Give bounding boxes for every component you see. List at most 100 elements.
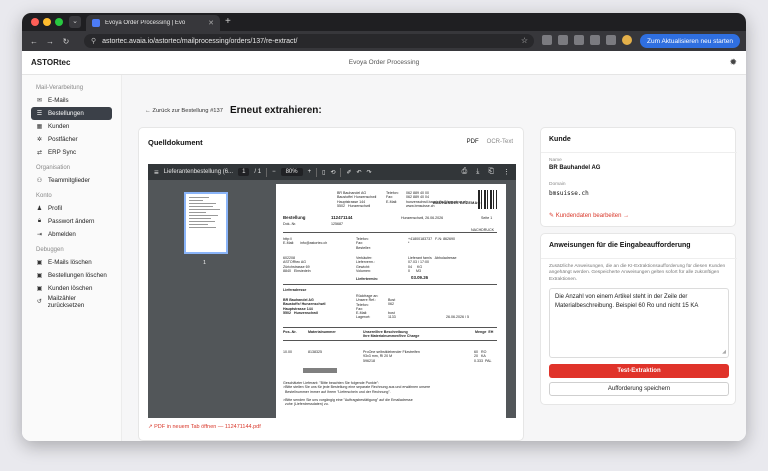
- maximize-window-button[interactable]: [55, 18, 63, 26]
- sidebar-item-erp-sync[interactable]: ⇄ ERP Sync: [31, 146, 112, 159]
- thumbnail-text-line: [189, 209, 220, 210]
- address-bar[interactable]: ⚲ astortec.avaia.io/astortec/mailprocess…: [84, 34, 534, 48]
- pdf-page-thumbnail[interactable]: [184, 192, 228, 254]
- sidebar-item-change-password[interactable]: 🔒︎ Passwort ändern: [31, 215, 112, 228]
- fit-page-icon[interactable]: ▯: [322, 169, 325, 176]
- sidebar-item-team[interactable]: ⚇ Teammitglieder: [31, 174, 112, 187]
- thumbnail-text-line: [189, 203, 217, 204]
- sidebar-item-customers[interactable]: ▦ Kunden: [31, 120, 112, 133]
- forward-arrow-icon[interactable]: →: [42, 37, 58, 46]
- app-title: Evoya Order Processing: [348, 59, 420, 66]
- reload-icon[interactable]: ↻: [58, 37, 74, 46]
- sidebar-item-orders[interactable]: ☰ Bestellungen: [31, 107, 112, 120]
- pdf-inquiry-date: 26.06.2026 / 5: [446, 315, 469, 319]
- back-arrow-icon[interactable]: ←: [26, 37, 42, 46]
- save-prompt-button[interactable]: Aufforderung speichern: [549, 382, 729, 396]
- pdf-order-place-date: Hunzenschwil, 26.06.2026: [401, 216, 444, 220]
- profile-avatar[interactable]: [622, 35, 632, 45]
- pdf-page-input[interactable]: 1: [238, 168, 250, 176]
- pdf-delivery-date-label: Liefertermin:: [356, 277, 378, 281]
- browser-window: ⌄ Evoya Order Processing | Evo ✕ + ← → ↻…: [22, 13, 746, 441]
- users-icon: ⚇: [36, 178, 43, 184]
- back-to-order-link[interactable]: ← Zurück zur Bestellung #137: [145, 108, 223, 114]
- sidebar-item-logout[interactable]: ⇥ Abmelden: [31, 228, 112, 241]
- tab-ocr-text[interactable]: OCR-Text: [487, 139, 513, 145]
- browser-tabstrip: ⌄ Evoya Order Processing | Evo ✕ +: [22, 13, 746, 31]
- test-extraction-button[interactable]: Test-Extraktion: [549, 364, 729, 378]
- pdf-inquiry-labels: Rückfrage an: Unsere Ref.: Telefon: Fax:…: [356, 294, 379, 320]
- pdf-tel-labels: Telefon: Fax: Besteller:: [356, 237, 371, 250]
- zoom-level[interactable]: 80%: [280, 168, 303, 176]
- sidebar-item-label: Kunden löschen: [48, 285, 93, 292]
- pdf-viewer-toolbar: ≡ Lieferantenbestellung (6... 1 / 1 − 80…: [148, 164, 516, 180]
- main-content: ← Zurück zur Bestellung #137 Erneut extr…: [122, 75, 746, 441]
- print-icon[interactable]: ⎗: [488, 168, 494, 176]
- instructions-textarea[interactable]: Die Anzahl von einem Artikel steht in de…: [549, 288, 729, 358]
- pdf-footer-text: Geschätzter Lieferant: "Bitte beachten S…: [283, 381, 431, 407]
- open-pdf-new-tab-link[interactable]: ↗ PDF in neuem Tab öffnen — 112471144.pd…: [148, 424, 261, 430]
- redo-icon[interactable]: ↷: [367, 169, 372, 176]
- settings-gear-icon[interactable]: ✹: [729, 57, 737, 68]
- site-info-icon[interactable]: ⚲: [91, 37, 96, 45]
- instructions-text[interactable]: Die Anzahl von einem Artikel steht in de…: [555, 294, 698, 309]
- tab-close-icon[interactable]: ✕: [208, 19, 214, 27]
- sidebar-item-emails[interactable]: ✉ E-Mails: [31, 94, 112, 107]
- extension-icon[interactable]: [558, 35, 568, 45]
- pdf-thumbnail-sidebar: 1: [148, 180, 266, 418]
- undo-icon[interactable]: ↶: [357, 169, 362, 176]
- sidebar-item-delete-customers[interactable]: ▣ Kunden löschen: [31, 282, 112, 295]
- download-icon[interactable]: ⤓: [476, 168, 479, 176]
- thumbnail-text-line: [189, 218, 212, 219]
- sidebar-item-delete-emails[interactable]: ▣ E-Mails löschen: [31, 256, 112, 269]
- customer-name-label: Name: [549, 158, 562, 163]
- customer-panel: Kunde Name BR Bauhandel AG Domain bmsuis…: [540, 127, 737, 227]
- extension-icon[interactable]: [590, 35, 600, 45]
- zoom-in-icon[interactable]: +: [308, 169, 312, 175]
- zoom-out-icon[interactable]: −: [272, 169, 276, 175]
- menu-icon[interactable]: ≡: [154, 168, 159, 177]
- pdf-dok-number: 125687: [331, 222, 343, 226]
- page-title: Erneut extrahieren:: [230, 105, 322, 116]
- rotate-icon[interactable]: ⟲: [330, 169, 335, 176]
- sidebar-item-profile[interactable]: ♟ Profil: [31, 202, 112, 215]
- more-options-icon[interactable]: ⋮: [503, 168, 510, 176]
- download-icon[interactable]: [606, 35, 616, 45]
- minimize-window-button[interactable]: [43, 18, 51, 26]
- sidebar-item-label: Profil: [48, 205, 63, 212]
- building-icon: ▦: [36, 124, 43, 130]
- annotate-icon[interactable]: ✐: [346, 169, 351, 176]
- pdf-sender-address: BR Bauhandel AG Baustoffe/ Hunzenschwil …: [337, 191, 377, 208]
- sidebar-item-label: Bestellungen löschen: [48, 272, 107, 279]
- sidebar-section-title: Organisation: [36, 165, 71, 171]
- sidebar-section-title: Debuggen: [36, 247, 64, 253]
- new-tab-button[interactable]: +: [225, 16, 231, 28]
- trash-icon: ▣: [36, 273, 43, 279]
- browser-toolbar: ← → ↻ ⚲ astortec.avaia.io/astortec/mailp…: [22, 31, 746, 51]
- browser-tab[interactable]: Evoya Order Processing | Evo ✕: [86, 15, 220, 31]
- bookmark-star-icon[interactable]: ☆: [521, 36, 528, 45]
- sidebar-item-label: E-Mails: [48, 97, 69, 104]
- edit-customer-link[interactable]: ✎ Kundendaten bearbeiten →: [549, 212, 629, 219]
- extension-icon[interactable]: [542, 35, 552, 45]
- sidebar-item-reset-mail-counter[interactable]: ↺ Mailzähler zurücksetzen: [31, 295, 112, 309]
- url-text[interactable]: astortec.avaia.io/astortec/mailprocessin…: [102, 38, 297, 45]
- document-view-tabs: PDF OCR-Text: [467, 139, 513, 145]
- thumbnail-page-number: 1: [203, 260, 207, 266]
- app-header: ASTORtec Evoya Order Processing ✹: [22, 51, 746, 75]
- update-browser-button[interactable]: Zum Aktualisieren neu starten: [640, 34, 740, 48]
- pdf-viewer-actions: ⎙ ⤓ ⎗ ⋮: [462, 168, 510, 176]
- customer-name-value: BR Bauhandel AG: [549, 165, 601, 171]
- resize-handle-icon[interactable]: ◢: [722, 348, 726, 357]
- thumbnail-text-line: [189, 200, 203, 201]
- close-window-button[interactable]: [31, 18, 39, 26]
- sidebar-item-mailboxes[interactable]: ✲ Postfächer: [31, 133, 112, 146]
- favicon-icon: [92, 19, 100, 27]
- save-icon[interactable]: ⎙: [462, 168, 468, 176]
- pdf-order-label: Bestellung: [283, 215, 306, 220]
- tab-list-chevron-icon[interactable]: ⌄: [69, 16, 81, 28]
- sidebar-item-delete-orders[interactable]: ▣ Bestellungen löschen: [31, 269, 112, 282]
- pdf-viewer[interactable]: ≡ Lieferantenbestellung (6... 1 / 1 − 80…: [148, 164, 516, 418]
- tab-pdf[interactable]: PDF: [467, 139, 479, 145]
- pdf-delivery-address-label: Lieferadresse: [283, 288, 307, 292]
- extension-icon[interactable]: [574, 35, 584, 45]
